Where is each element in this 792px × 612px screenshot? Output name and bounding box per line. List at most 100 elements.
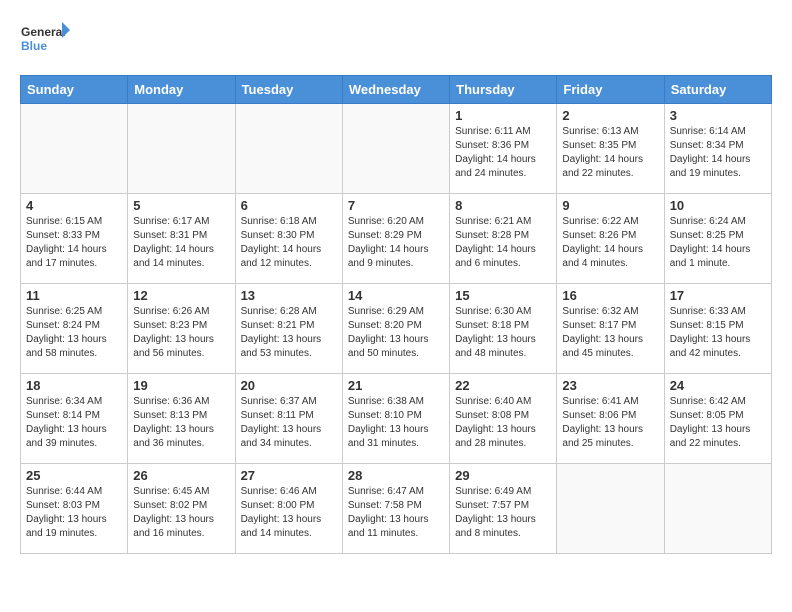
calendar-cell: 3 Sunrise: 6:14 AMSunset: 8:34 PMDaylight… — [664, 104, 771, 194]
calendar-cell — [342, 104, 449, 194]
day-info: Sunrise: 6:34 AMSunset: 8:14 PMDaylight:… — [26, 395, 122, 451]
day-number: 4 — [26, 198, 122, 213]
day-info: Sunrise: 6:20 AMSunset: 8:29 PMDaylight:… — [348, 215, 444, 271]
day-info: Sunrise: 6:42 AMSunset: 8:05 PMDaylight:… — [670, 395, 766, 451]
calendar-week-row: 11Sunrise: 6:25 AMSunset: 8:24 PMDayligh… — [21, 284, 772, 374]
svg-text:General: General — [21, 25, 66, 39]
calendar-cell — [557, 464, 664, 554]
day-info: Sunrise: 6:32 AMSunset: 8:17 PMDaylight:… — [562, 305, 658, 361]
logo: General Blue — [20, 20, 70, 65]
day-info: Sunrise: 6:49 AMSunset: 7:57 PMDaylight:… — [455, 485, 551, 541]
calendar-cell: 11Sunrise: 6:25 AMSunset: 8:24 PMDayligh… — [21, 284, 128, 374]
day-number: 27 — [241, 468, 337, 483]
day-info: Sunrise: 6:18 AMSunset: 8:30 PMDaylight:… — [241, 215, 337, 271]
day-info: Sunrise: 6:17 AMSunset: 8:31 PMDaylight:… — [133, 215, 229, 271]
day-number: 7 — [348, 198, 444, 213]
day-info: Sunrise: 6:47 AMSunset: 7:58 PMDaylight:… — [348, 485, 444, 541]
day-info: Sunrise: 6:37 AMSunset: 8:11 PMDaylight:… — [241, 395, 337, 451]
day-number: 21 — [348, 378, 444, 393]
calendar-cell: 7 Sunrise: 6:20 AMSunset: 8:29 PMDaylight… — [342, 194, 449, 284]
day-info: Sunrise: 6:25 AMSunset: 8:24 PMDaylight:… — [26, 305, 122, 361]
calendar-cell — [21, 104, 128, 194]
calendar-header-row: SundayMondayTuesdayWednesdayThursdayFrid… — [21, 76, 772, 104]
calendar-cell: 17 Sunrise: 6:33 AMSunset: 8:15 PMDayligh… — [664, 284, 771, 374]
calendar-cell: 5 Sunrise: 6:17 AMSunset: 8:31 PMDaylight… — [128, 194, 235, 284]
calendar-cell: 18 Sunrise: 6:34 AMSunset: 8:14 PMDayligh… — [21, 374, 128, 464]
calendar-cell: 22 Sunrise: 6:40 AMSunset: 8:08 PMDayligh… — [450, 374, 557, 464]
day-number: 20 — [241, 378, 337, 393]
day-number: 1 — [455, 108, 551, 123]
day-info: Sunrise: 6:13 AMSunset: 8:35 PMDaylight:… — [562, 125, 658, 181]
calendar-table: SundayMondayTuesdayWednesdayThursdayFrid… — [20, 75, 772, 554]
day-info: Sunrise: 6:30 AMSunset: 8:18 PMDaylight:… — [455, 305, 551, 361]
calendar-cell: 14 Sunrise: 6:29 AMSunset: 8:20 PMDayligh… — [342, 284, 449, 374]
calendar-cell: 4 Sunrise: 6:15 AMSunset: 8:33 PMDaylight… — [21, 194, 128, 284]
calendar-week-row: 1 Sunrise: 6:11 AMSunset: 8:36 PMDaylight… — [21, 104, 772, 194]
calendar-cell: 2 Sunrise: 6:13 AMSunset: 8:35 PMDaylight… — [557, 104, 664, 194]
day-number: 8 — [455, 198, 551, 213]
day-number: 5 — [133, 198, 229, 213]
calendar-day-header: Saturday — [664, 76, 771, 104]
day-number: 2 — [562, 108, 658, 123]
calendar-cell: 13 Sunrise: 6:28 AMSunset: 8:21 PMDayligh… — [235, 284, 342, 374]
calendar-week-row: 18 Sunrise: 6:34 AMSunset: 8:14 PMDayligh… — [21, 374, 772, 464]
calendar-week-row: 4 Sunrise: 6:15 AMSunset: 8:33 PMDaylight… — [21, 194, 772, 284]
day-info: Sunrise: 6:26 AMSunset: 8:23 PMDaylight:… — [133, 305, 229, 361]
calendar-week-row: 25Sunrise: 6:44 AMSunset: 8:03 PMDayligh… — [21, 464, 772, 554]
day-info: Sunrise: 6:29 AMSunset: 8:20 PMDaylight:… — [348, 305, 444, 361]
day-number: 17 — [670, 288, 766, 303]
calendar-cell: 10 Sunrise: 6:24 AMSunset: 8:25 PMDayligh… — [664, 194, 771, 284]
day-info: Sunrise: 6:24 AMSunset: 8:25 PMDaylight:… — [670, 215, 766, 271]
calendar-cell — [664, 464, 771, 554]
day-number: 12 — [133, 288, 229, 303]
day-info: Sunrise: 6:40 AMSunset: 8:08 PMDaylight:… — [455, 395, 551, 451]
day-number: 29 — [455, 468, 551, 483]
calendar-day-header: Monday — [128, 76, 235, 104]
calendar-cell: 1 Sunrise: 6:11 AMSunset: 8:36 PMDaylight… — [450, 104, 557, 194]
calendar-cell: 29 Sunrise: 6:49 AMSunset: 7:57 PMDayligh… — [450, 464, 557, 554]
day-number: 15 — [455, 288, 551, 303]
day-info: Sunrise: 6:33 AMSunset: 8:15 PMDaylight:… — [670, 305, 766, 361]
day-number: 3 — [670, 108, 766, 123]
day-number: 18 — [26, 378, 122, 393]
day-number: 26 — [133, 468, 229, 483]
day-number: 25 — [26, 468, 122, 483]
calendar-cell: 24 Sunrise: 6:42 AMSunset: 8:05 PMDayligh… — [664, 374, 771, 464]
day-number: 23 — [562, 378, 658, 393]
calendar-cell: 19Sunrise: 6:36 AMSunset: 8:13 PMDayligh… — [128, 374, 235, 464]
page-header: General Blue — [20, 20, 772, 65]
calendar-day-header: Sunday — [21, 76, 128, 104]
day-info: Sunrise: 6:28 AMSunset: 8:21 PMDaylight:… — [241, 305, 337, 361]
day-number: 28 — [348, 468, 444, 483]
calendar-cell: 16 Sunrise: 6:32 AMSunset: 8:17 PMDayligh… — [557, 284, 664, 374]
calendar-day-header: Thursday — [450, 76, 557, 104]
day-info: Sunrise: 6:45 AMSunset: 8:02 PMDaylight:… — [133, 485, 229, 541]
calendar-day-header: Tuesday — [235, 76, 342, 104]
day-number: 16 — [562, 288, 658, 303]
day-number: 13 — [241, 288, 337, 303]
calendar-cell — [235, 104, 342, 194]
day-info: Sunrise: 6:14 AMSunset: 8:34 PMDaylight:… — [670, 125, 766, 181]
day-info: Sunrise: 6:21 AMSunset: 8:28 PMDaylight:… — [455, 215, 551, 271]
day-number: 24 — [670, 378, 766, 393]
calendar-day-header: Wednesday — [342, 76, 449, 104]
day-number: 10 — [670, 198, 766, 213]
day-info: Sunrise: 6:41 AMSunset: 8:06 PMDaylight:… — [562, 395, 658, 451]
day-number: 9 — [562, 198, 658, 213]
calendar-cell: 20 Sunrise: 6:37 AMSunset: 8:11 PMDayligh… — [235, 374, 342, 464]
day-info: Sunrise: 6:46 AMSunset: 8:00 PMDaylight:… — [241, 485, 337, 541]
calendar-cell: 12 Sunrise: 6:26 AMSunset: 8:23 PMDayligh… — [128, 284, 235, 374]
day-info: Sunrise: 6:22 AMSunset: 8:26 PMDaylight:… — [562, 215, 658, 271]
day-info: Sunrise: 6:38 AMSunset: 8:10 PMDaylight:… — [348, 395, 444, 451]
day-info: Sunrise: 6:11 AMSunset: 8:36 PMDaylight:… — [455, 125, 551, 181]
calendar-cell: 21 Sunrise: 6:38 AMSunset: 8:10 PMDayligh… — [342, 374, 449, 464]
calendar-cell: 27 Sunrise: 6:46 AMSunset: 8:00 PMDayligh… — [235, 464, 342, 554]
calendar-cell: 28 Sunrise: 6:47 AMSunset: 7:58 PMDayligh… — [342, 464, 449, 554]
calendar-cell: 6Sunrise: 6:18 AMSunset: 8:30 PMDaylight… — [235, 194, 342, 284]
day-number: 22 — [455, 378, 551, 393]
day-info: Sunrise: 6:15 AMSunset: 8:33 PMDaylight:… — [26, 215, 122, 271]
calendar-day-header: Friday — [557, 76, 664, 104]
day-number: 14 — [348, 288, 444, 303]
calendar-cell: 9 Sunrise: 6:22 AMSunset: 8:26 PMDaylight… — [557, 194, 664, 284]
calendar-cell: 26 Sunrise: 6:45 AMSunset: 8:02 PMDayligh… — [128, 464, 235, 554]
